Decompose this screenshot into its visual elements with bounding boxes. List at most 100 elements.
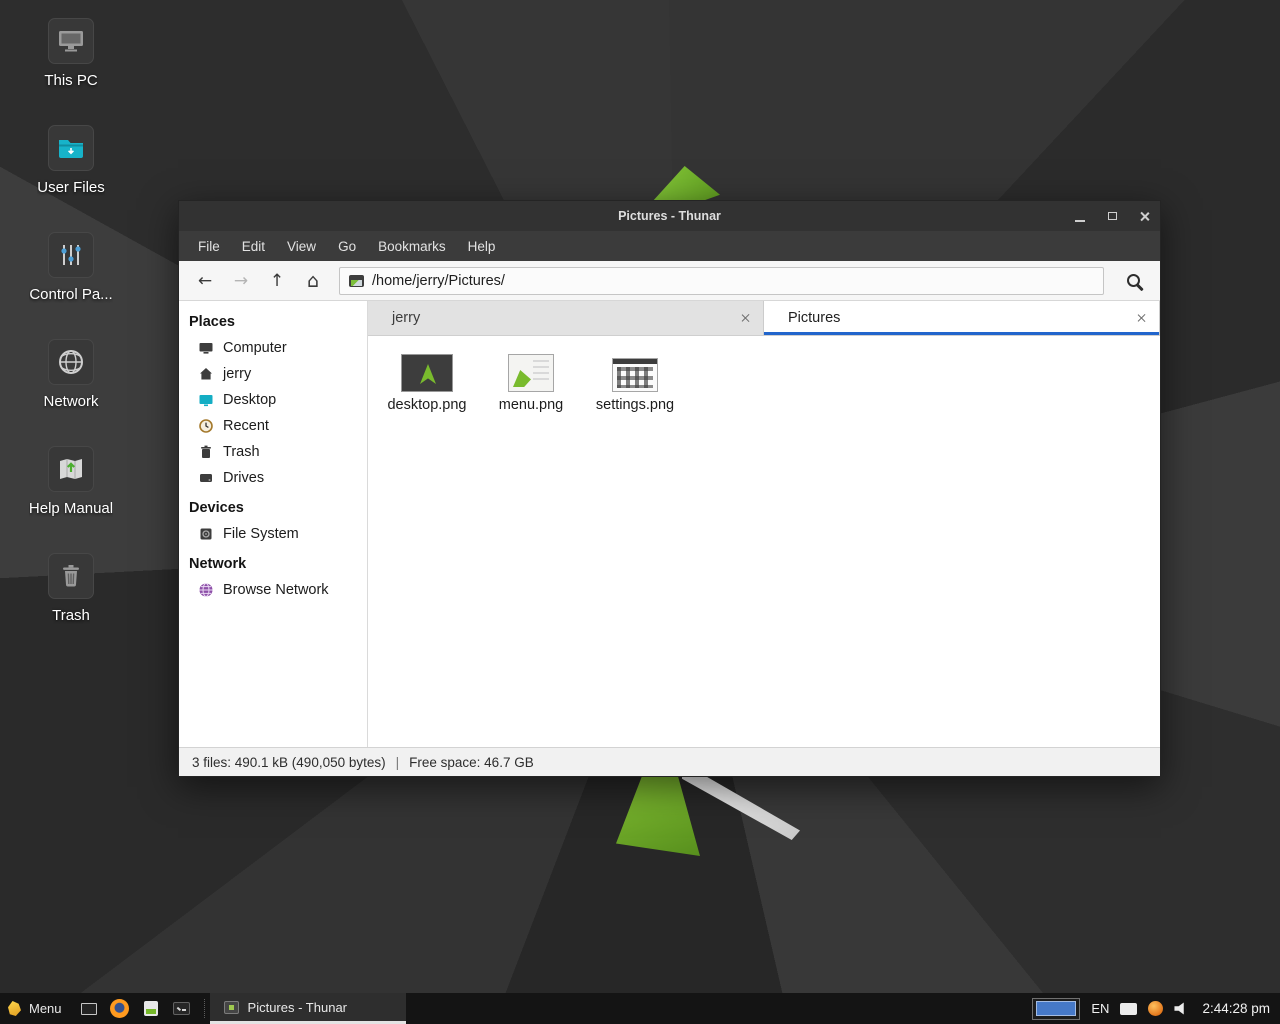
desktop-icon-network[interactable]: Network bbox=[10, 339, 132, 410]
sidebar-item-label: Desktop bbox=[223, 392, 276, 408]
back-button[interactable]: ← bbox=[187, 266, 223, 296]
trash-icon bbox=[198, 444, 214, 460]
file-thumbnail bbox=[401, 350, 453, 392]
home-button[interactable]: ⌂ bbox=[295, 266, 331, 296]
forward-icon: → bbox=[234, 271, 248, 291]
menu-view[interactable]: View bbox=[276, 233, 327, 260]
titlebar[interactable]: Pictures - Thunar bbox=[179, 201, 1160, 231]
menu-button[interactable]: Menu bbox=[0, 993, 72, 1024]
sidebar-header-devices: Devices bbox=[179, 491, 367, 521]
file-menu-png[interactable]: menu.png bbox=[482, 350, 580, 413]
workspace-pager[interactable] bbox=[1032, 998, 1080, 1020]
menu-bookmarks[interactable]: Bookmarks bbox=[367, 233, 457, 260]
sidebar-item-browse-network[interactable]: Browse Network bbox=[179, 577, 367, 603]
sidebar-item-label: File System bbox=[223, 526, 299, 542]
close-button[interactable] bbox=[1128, 201, 1160, 231]
sidebar-item-trash[interactable]: Trash bbox=[179, 439, 367, 465]
taskbar-tray: EN 2:44:28 pm bbox=[1032, 993, 1280, 1024]
status-separator: | bbox=[396, 755, 400, 770]
sidebar-item-label: Trash bbox=[223, 444, 260, 460]
keyboard-icon[interactable] bbox=[1120, 1003, 1137, 1015]
file-name: desktop.png bbox=[387, 397, 466, 413]
sidebar-item-computer[interactable]: Computer bbox=[179, 335, 367, 361]
tab-close-icon[interactable] bbox=[741, 313, 751, 323]
file-settings-png[interactable]: settings.png bbox=[586, 350, 684, 413]
file-name: menu.png bbox=[499, 397, 564, 413]
tab-jerry[interactable]: jerry bbox=[368, 301, 764, 335]
tab-bar: jerry Pictures bbox=[368, 301, 1160, 336]
file-manager-launcher[interactable] bbox=[140, 993, 162, 1024]
desktop-icon-this-pc[interactable]: This PC bbox=[10, 18, 132, 89]
path-text: /home/jerry/Pictures/ bbox=[372, 273, 505, 289]
window-main: Places Computer jerry Desktop Recent bbox=[179, 301, 1160, 747]
home-icon bbox=[198, 366, 214, 382]
sidebar-item-jerry[interactable]: jerry bbox=[179, 361, 367, 387]
maximize-button[interactable] bbox=[1096, 201, 1128, 231]
desktop-icon-label: Help Manual bbox=[29, 500, 113, 517]
desktop-icon-user-files[interactable]: User Files bbox=[10, 125, 132, 196]
menu-edit[interactable]: Edit bbox=[231, 233, 276, 260]
search-button[interactable] bbox=[1114, 265, 1152, 297]
menu-go[interactable]: Go bbox=[327, 233, 367, 260]
drive-icon bbox=[198, 470, 214, 486]
status-free-space: Free space: 46.7 GB bbox=[409, 755, 534, 770]
volume-icon[interactable] bbox=[1174, 1002, 1189, 1015]
file-thumbnail bbox=[508, 350, 554, 392]
minimize-icon bbox=[1075, 220, 1085, 222]
control-panel-icon bbox=[48, 232, 94, 278]
thunar-icon bbox=[224, 1001, 239, 1014]
sidebar-item-label: Drives bbox=[223, 470, 264, 486]
forward-button[interactable]: → bbox=[223, 266, 259, 296]
clock[interactable]: 2:44:28 pm bbox=[1200, 1001, 1270, 1016]
status-files-summary: 3 files: 490.1 kB (490,050 bytes) bbox=[192, 755, 386, 770]
menu-help[interactable]: Help bbox=[457, 233, 507, 260]
desktop-icon-label: User Files bbox=[37, 179, 105, 196]
desktop: This PC User Files Control Pa... Network… bbox=[0, 0, 1280, 1024]
minimize-button[interactable] bbox=[1064, 201, 1096, 231]
sidebar-item-recent[interactable]: Recent bbox=[179, 413, 367, 439]
file-view[interactable]: desktop.png menu.png settings.png bbox=[368, 336, 1160, 747]
map-icon bbox=[48, 446, 94, 492]
menu-button-label: Menu bbox=[29, 1001, 62, 1016]
task-button-label: Pictures - Thunar bbox=[248, 1000, 347, 1015]
wallpaper-accent-white-bottom bbox=[682, 772, 800, 840]
task-button-thunar[interactable]: Pictures - Thunar bbox=[210, 993, 406, 1024]
tab-pictures[interactable]: Pictures bbox=[764, 301, 1160, 335]
status-bar: 3 files: 490.1 kB (490,050 bytes) | Free… bbox=[179, 747, 1160, 776]
desktop-icon-help-manual[interactable]: Help Manual bbox=[10, 446, 132, 517]
desktop-icon-label: Network bbox=[43, 393, 98, 410]
terminal-launcher[interactable] bbox=[171, 993, 193, 1024]
sidebar-header-places: Places bbox=[179, 305, 367, 335]
tab-close-icon[interactable] bbox=[1137, 313, 1147, 323]
desktop-icon bbox=[198, 392, 214, 408]
taskbar: Menu Pictures - Thunar EN 2:44:28 pm bbox=[0, 993, 1280, 1024]
file-thumbnail bbox=[612, 350, 658, 392]
desktop-icon-list: This PC User Files Control Pa... Network… bbox=[10, 18, 132, 624]
tab-label: jerry bbox=[392, 310, 420, 326]
file-desktop-png[interactable]: desktop.png bbox=[378, 350, 476, 413]
firefox-launcher[interactable] bbox=[109, 993, 131, 1024]
window-list-button[interactable] bbox=[78, 993, 100, 1024]
search-icon bbox=[1127, 274, 1140, 287]
thunar-window: Pictures - Thunar File Edit View Go Book… bbox=[178, 200, 1161, 777]
window-list-icon bbox=[81, 1003, 97, 1015]
network-globe-icon bbox=[198, 582, 214, 598]
desktop-icon-trash[interactable]: Trash bbox=[10, 553, 132, 624]
up-button[interactable]: ↑ bbox=[259, 266, 295, 296]
taskbar-separator bbox=[204, 999, 205, 1018]
clock-icon bbox=[198, 418, 214, 434]
sidebar-item-drives[interactable]: Drives bbox=[179, 465, 367, 491]
sidebar-item-desktop[interactable]: Desktop bbox=[179, 387, 367, 413]
desktop-icon-control-panel[interactable]: Control Pa... bbox=[10, 232, 132, 303]
maximize-icon bbox=[1108, 212, 1117, 220]
toolbar: ← → ↑ ⌂ /home/jerry/Pictures/ bbox=[179, 261, 1160, 301]
path-bar[interactable]: /home/jerry/Pictures/ bbox=[339, 267, 1104, 295]
sidebar-item-label: Computer bbox=[223, 340, 287, 356]
sidebar-item-file-system[interactable]: File System bbox=[179, 521, 367, 547]
language-indicator[interactable]: EN bbox=[1091, 1001, 1109, 1016]
notification-icon[interactable] bbox=[1148, 1001, 1163, 1016]
firefox-icon bbox=[110, 999, 129, 1018]
computer-icon bbox=[198, 340, 214, 356]
image-file-icon bbox=[349, 275, 364, 287]
menu-file[interactable]: File bbox=[187, 233, 231, 260]
